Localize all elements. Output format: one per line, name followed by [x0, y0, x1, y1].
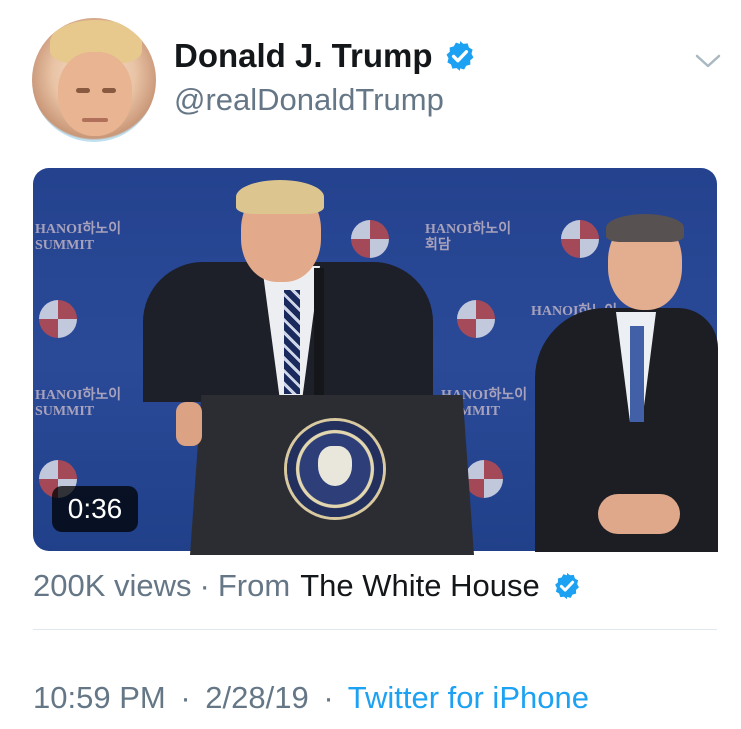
speaker-hand [176, 402, 202, 446]
author-name[interactable]: Donald J. Trump [174, 37, 433, 75]
author-avatar[interactable] [32, 18, 156, 142]
speaker-tie [284, 290, 300, 394]
from-label: From [217, 568, 291, 603]
speaker-hair [236, 180, 324, 214]
separator-dot: · [323, 680, 334, 715]
avatar-eye-left [76, 88, 90, 93]
avatar-face [58, 52, 132, 136]
separator-dot: · [199, 568, 210, 603]
backdrop-text: SUMMIT [35, 404, 95, 419]
views-row: 200K views · From The White House [33, 568, 582, 604]
chevron-down-icon[interactable] [694, 52, 722, 70]
summit-logo [39, 300, 77, 338]
verified-badge-icon [554, 572, 579, 600]
verified-badge-icon [446, 41, 473, 71]
video-duration-badge: 0:36 [52, 486, 138, 532]
author-name-row[interactable]: Donald J. Trump [174, 37, 477, 75]
divider [33, 629, 717, 630]
tweet-meta-row: 10:59 PM · 2/28/19 · Twitter for iPhone [33, 680, 589, 716]
backdrop-text: HANOI하노이 [35, 222, 122, 237]
summit-logo [457, 300, 495, 338]
tweet-date[interactable]: 2/28/19 [205, 680, 308, 715]
summit-logo [351, 220, 389, 258]
client-link[interactable]: Twitter for iPhone [348, 680, 589, 715]
backdrop-text: 회담 [425, 238, 451, 253]
avatar-eye-right [102, 88, 116, 93]
second-person-hands [598, 494, 680, 534]
view-count: 200K views [33, 568, 192, 603]
summit-logo [561, 220, 599, 258]
backdrop-text: SUMMIT [35, 238, 95, 253]
microphone [314, 268, 324, 398]
source-account-link[interactable]: The White House [300, 568, 540, 604]
tweet-time[interactable]: 10:59 PM [33, 680, 166, 715]
second-person-tie [630, 326, 644, 422]
author-handle[interactable]: @realDonaldTrump [174, 82, 444, 118]
avatar-mouth [82, 118, 108, 122]
seal-eagle [318, 446, 352, 486]
summit-logo [465, 460, 503, 498]
backdrop-text: HANOI하노이 [425, 222, 512, 237]
separator-dot: · [180, 680, 191, 715]
second-person-hair [606, 214, 684, 242]
backdrop-text: HANOI하노이 [35, 388, 122, 403]
